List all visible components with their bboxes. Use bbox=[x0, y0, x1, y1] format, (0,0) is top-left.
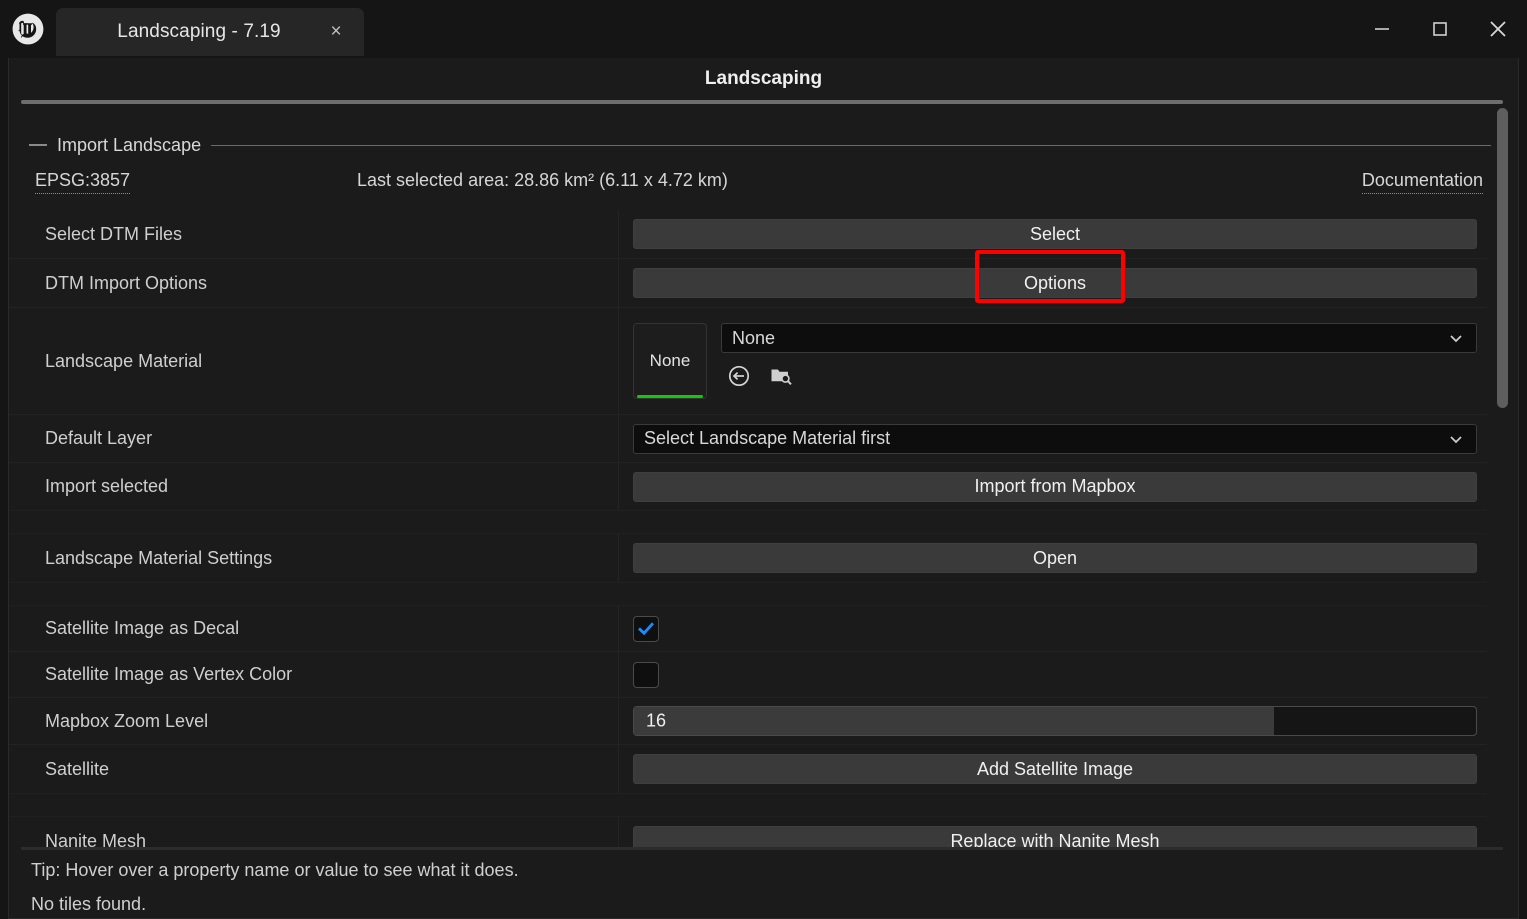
section-gap bbox=[9, 583, 1487, 605]
page-title: Landscaping bbox=[704, 68, 823, 89]
value-mapbox-zoom-level: 16 bbox=[619, 698, 1487, 744]
footer: Tip: Hover over a property name or value… bbox=[9, 853, 1520, 919]
documentation-link[interactable]: Documentation bbox=[1361, 170, 1483, 194]
footer-tip: Tip: Hover over a property name or value… bbox=[31, 860, 519, 880]
value-landscape-material-settings: Open bbox=[619, 534, 1487, 582]
add-satellite-image-button[interactable]: Add Satellite Image bbox=[633, 754, 1477, 784]
last-selected-area-label: Last selected area: 28.86 km² (6.11 x 4.… bbox=[357, 170, 728, 190]
value-nanite-mesh: Replace with Nanite Mesh bbox=[619, 817, 1487, 850]
open-material-settings-button[interactable]: Open bbox=[633, 543, 1477, 573]
value-import-selected: Import from Mapbox bbox=[619, 463, 1487, 510]
slider-fill bbox=[634, 707, 1274, 735]
tab-close-icon[interactable]: × bbox=[314, 10, 358, 54]
label-landscape-material: Landscape Material bbox=[9, 308, 619, 414]
row-satellite-image-as-decal: Satellite Image as Decal bbox=[9, 606, 1487, 651]
satellite-image-as-decal-checkbox[interactable] bbox=[633, 615, 659, 642]
mapbox-zoom-level-slider[interactable]: 16 bbox=[633, 706, 1477, 736]
landscape-material-thumbnail[interactable]: None bbox=[633, 323, 707, 399]
row-default-layer: Default Layer Select Landscape Material … bbox=[9, 415, 1487, 462]
scrollbar-thumb[interactable] bbox=[1497, 108, 1508, 408]
value-select-dtm-files: Select bbox=[619, 210, 1487, 258]
info-row: EPSG:3857 Last selected area: 28.86 km² … bbox=[9, 168, 1487, 204]
landscaping-panel: Landscaping Import Landscape EPSG:3857 L… bbox=[8, 58, 1519, 919]
mapbox-zoom-level-value: 16 bbox=[646, 710, 667, 731]
import-from-mapbox-button[interactable]: Import from Mapbox bbox=[633, 471, 1477, 502]
check-icon bbox=[638, 621, 654, 635]
value-satellite-image-as-vertex-color bbox=[619, 652, 1487, 697]
row-mapbox-zoom-level: Mapbox Zoom Level 16 bbox=[9, 698, 1487, 744]
scroll-area: Import Landscape EPSG:3857 Last selected… bbox=[9, 108, 1520, 850]
section-gap bbox=[9, 511, 1487, 533]
default-layer-combo[interactable]: Select Landscape Material first bbox=[633, 423, 1477, 454]
dtm-import-options-button[interactable]: Options bbox=[633, 268, 1477, 298]
maximize-button[interactable] bbox=[1411, 0, 1469, 58]
default-layer-combo-value: Select Landscape Material first bbox=[644, 428, 891, 448]
window-controls bbox=[1353, 0, 1527, 58]
chevron-down-icon bbox=[1448, 431, 1464, 447]
chevron-down-icon bbox=[1448, 330, 1464, 346]
label-dtm-import-options: DTM Import Options bbox=[9, 259, 619, 307]
footer-divider bbox=[21, 847, 1503, 850]
row-dtm-import-options: DTM Import Options Options bbox=[9, 259, 1487, 307]
value-default-layer: Select Landscape Material first bbox=[619, 415, 1487, 462]
title-divider bbox=[21, 100, 1503, 104]
row-select-dtm-files: Select DTM Files Select bbox=[9, 210, 1487, 258]
label-mapbox-zoom-level: Mapbox Zoom Level bbox=[9, 698, 619, 744]
minimize-button[interactable] bbox=[1353, 0, 1411, 58]
label-satellite: Satellite bbox=[9, 745, 619, 793]
value-satellite-image-as-decal bbox=[619, 606, 1487, 651]
label-landscape-material-settings: Landscape Material Settings bbox=[9, 534, 619, 582]
value-landscape-material: None None bbox=[619, 308, 1487, 414]
thumbnail-accent-bar bbox=[637, 395, 703, 398]
browse-to-asset-icon[interactable] bbox=[767, 362, 795, 390]
use-selected-asset-icon[interactable] bbox=[725, 362, 753, 390]
value-satellite: Add Satellite Image bbox=[619, 745, 1487, 793]
thumbnail-label: None bbox=[649, 351, 691, 370]
label-nanite-mesh: Nanite Mesh bbox=[9, 817, 619, 850]
landscape-material-combo-value: None bbox=[732, 327, 776, 348]
section-label: Import Landscape bbox=[57, 134, 202, 155]
row-import-selected: Import selected Import from Mapbox bbox=[9, 463, 1487, 510]
property-grid: Select DTM Files Select DTM Import Optio… bbox=[9, 210, 1487, 850]
vertical-scrollbar[interactable] bbox=[1497, 108, 1508, 850]
section-rule bbox=[211, 144, 1491, 146]
row-satellite: Satellite Add Satellite Image bbox=[9, 745, 1487, 793]
unreal-engine-logo-icon bbox=[0, 0, 56, 58]
label-import-selected: Import selected bbox=[9, 463, 619, 510]
row-satellite-image-as-vertex-color: Satellite Image as Vertex Color bbox=[9, 652, 1487, 697]
label-satellite-image-as-vertex-color: Satellite Image as Vertex Color bbox=[9, 652, 619, 697]
label-satellite-image-as-decal: Satellite Image as Decal bbox=[9, 606, 619, 651]
landscape-material-combo[interactable]: None bbox=[721, 323, 1477, 353]
row-landscape-material: Landscape Material None None bbox=[9, 308, 1487, 414]
close-button[interactable] bbox=[1469, 0, 1527, 58]
label-select-dtm-files: Select DTM Files bbox=[9, 210, 619, 258]
section-gap bbox=[9, 794, 1487, 816]
epsg-label[interactable]: EPSG:3857 bbox=[35, 170, 131, 194]
footer-status: No tiles found. bbox=[31, 894, 147, 914]
window-tab-title: Landscaping - 7.19 bbox=[117, 20, 281, 42]
row-landscape-material-settings: Landscape Material Settings Open bbox=[9, 534, 1487, 582]
title-bar: Landscaping - 7.19 × bbox=[0, 0, 1527, 58]
label-default-layer: Default Layer bbox=[9, 415, 619, 462]
row-nanite-mesh: Nanite Mesh Replace with Nanite Mesh bbox=[9, 817, 1487, 850]
section-header-import-landscape[interactable]: Import Landscape bbox=[29, 132, 1491, 158]
collapse-dash-icon bbox=[29, 144, 47, 146]
value-dtm-import-options: Options bbox=[619, 259, 1487, 307]
satellite-image-as-vertex-color-checkbox[interactable] bbox=[633, 661, 659, 688]
window-tab[interactable]: Landscaping - 7.19 × bbox=[56, 7, 364, 56]
select-dtm-files-button[interactable]: Select bbox=[633, 219, 1477, 249]
